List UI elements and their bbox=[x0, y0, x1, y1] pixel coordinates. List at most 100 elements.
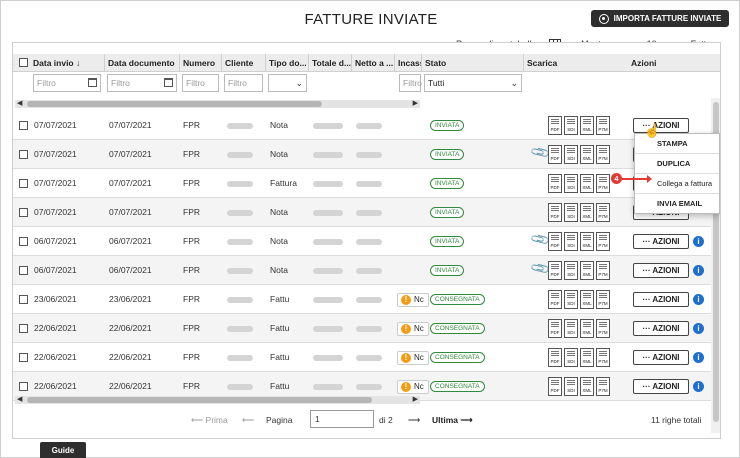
info-icon[interactable]: i bbox=[693, 381, 704, 392]
attachment-clip-icon[interactable]: 📎 bbox=[529, 258, 551, 280]
download-pdf-icon[interactable]: PDF bbox=[548, 377, 562, 396]
azioni-button[interactable]: ··· AZIONI bbox=[633, 379, 689, 394]
download-xml-icon[interactable]: XML bbox=[580, 377, 594, 396]
row-checkbox[interactable] bbox=[19, 237, 28, 246]
download-xml-icon[interactable]: XML bbox=[580, 174, 594, 193]
last-page-link[interactable]: Ultima ⟶ bbox=[432, 415, 473, 426]
incasso-warning[interactable]: ! Nc bbox=[397, 293, 429, 307]
filter-data-invio[interactable]: Filtro bbox=[33, 74, 101, 92]
download-sdi-icon[interactable]: SDI bbox=[564, 377, 578, 396]
calendar-icon[interactable] bbox=[164, 78, 173, 87]
download-pdf-icon[interactable]: PDF bbox=[548, 116, 562, 135]
attachment-clip-icon[interactable]: 📎 bbox=[529, 142, 551, 164]
scroll-left-icon[interactable]: ◀ bbox=[17, 395, 22, 403]
col-netto[interactable]: Netto a ... bbox=[352, 54, 395, 72]
download-p7m-icon[interactable]: P7M bbox=[596, 232, 610, 251]
download-sdi-icon[interactable]: SDI bbox=[564, 232, 578, 251]
filter-cliente[interactable]: Filtro bbox=[224, 74, 263, 92]
info-icon[interactable]: i bbox=[693, 323, 704, 334]
download-p7m-icon[interactable]: P7M bbox=[596, 348, 610, 367]
table-row[interactable]: 23/06/2021 23/06/2021 FPR Fattu! Nc CONSEGNAT… bbox=[13, 285, 711, 314]
guide-tab[interactable]: Guide bbox=[40, 442, 86, 458]
azioni-button[interactable]: ··· AZIONI bbox=[633, 292, 689, 307]
download-pdf-icon[interactable]: PDF bbox=[548, 232, 562, 251]
download-xml-icon[interactable]: XML bbox=[580, 145, 594, 164]
download-pdf-icon[interactable]: PDF bbox=[548, 290, 562, 309]
download-xml-icon[interactable]: XML bbox=[580, 290, 594, 309]
first-page-link[interactable]: ⟵ Prima bbox=[191, 415, 228, 426]
table-row[interactable]: 07/07/2021 07/07/2021 FPR Fattura INVIATA PDF… bbox=[13, 169, 711, 198]
scrollbar-thumb[interactable] bbox=[27, 101, 322, 107]
download-sdi-icon[interactable]: SDI bbox=[564, 145, 578, 164]
filter-data-documento[interactable]: Filtro bbox=[107, 74, 177, 92]
row-checkbox[interactable] bbox=[19, 179, 28, 188]
download-xml-icon[interactable]: XML bbox=[580, 348, 594, 367]
import-invoices-button[interactable]: IMPORTA FATTURE INVIATE bbox=[591, 10, 729, 27]
info-icon[interactable]: i bbox=[693, 265, 704, 276]
select-all-checkbox[interactable] bbox=[19, 58, 28, 67]
download-pdf-icon[interactable]: PDF bbox=[548, 174, 562, 193]
download-xml-icon[interactable]: XML bbox=[580, 319, 594, 338]
info-icon[interactable]: i bbox=[693, 294, 704, 305]
col-incassi[interactable]: Incass bbox=[395, 54, 422, 72]
incasso-warning[interactable]: ! Nc bbox=[397, 351, 429, 365]
scroll-right-icon[interactable]: ▶ bbox=[413, 99, 418, 107]
filter-stato-select[interactable]: Tutti ⌄ bbox=[424, 74, 522, 92]
info-icon[interactable]: i bbox=[693, 352, 704, 363]
download-p7m-icon[interactable]: P7M bbox=[596, 145, 610, 164]
prev-page-link[interactable]: ⟵ bbox=[242, 415, 254, 426]
col-data-documento[interactable]: Data documento bbox=[105, 54, 180, 72]
table-row[interactable]: 06/07/2021 06/07/2021 FPR Nota INVIATA 📎 PDF SD… bbox=[13, 256, 711, 285]
row-checkbox[interactable] bbox=[19, 150, 28, 159]
azioni-button[interactable]: ··· AZIONI bbox=[633, 263, 689, 278]
table-row[interactable]: 06/07/2021 06/07/2021 FPR Nota INVIATA 📎 PDF SD… bbox=[13, 227, 711, 256]
download-sdi-icon[interactable]: SDI bbox=[564, 203, 578, 222]
info-icon[interactable]: i bbox=[693, 236, 704, 247]
row-checkbox[interactable] bbox=[19, 266, 28, 275]
download-xml-icon[interactable]: XML bbox=[580, 232, 594, 251]
col-data-invio[interactable]: Data invio ↓ bbox=[30, 54, 105, 72]
table-row[interactable]: 07/07/2021 07/07/2021 FPR Nota INVIATA 📎 PDF SD… bbox=[13, 140, 711, 169]
filter-incassi[interactable]: Filtro bbox=[399, 74, 422, 92]
download-sdi-icon[interactable]: SDI bbox=[564, 116, 578, 135]
download-p7m-icon[interactable]: P7M bbox=[596, 290, 610, 309]
header-horizontal-scrollbar[interactable]: ◀ ▶ bbox=[15, 100, 420, 108]
col-stato[interactable]: Stato bbox=[422, 54, 524, 72]
download-pdf-icon[interactable]: PDF bbox=[548, 203, 562, 222]
col-totale[interactable]: Totale d... bbox=[309, 54, 352, 72]
col-tipo[interactable]: Tipo do... bbox=[266, 54, 309, 72]
col-cliente[interactable]: Cliente bbox=[222, 54, 266, 72]
table-row[interactable]: 22/06/2021 22/06/2021 FPR Fattu! Nc CONSEGNAT… bbox=[13, 343, 711, 372]
row-checkbox[interactable] bbox=[19, 208, 28, 217]
row-checkbox[interactable] bbox=[19, 353, 28, 362]
calendar-icon[interactable] bbox=[88, 78, 97, 87]
download-pdf-icon[interactable]: PDF bbox=[548, 348, 562, 367]
download-pdf-icon[interactable]: PDF bbox=[548, 145, 562, 164]
download-sdi-icon[interactable]: SDI bbox=[564, 290, 578, 309]
table-row[interactable]: 07/07/2021 07/07/2021 FPR Nota INVIATA PDF SDI… bbox=[13, 198, 711, 227]
row-checkbox[interactable] bbox=[19, 121, 28, 130]
scrollbar-thumb[interactable] bbox=[27, 397, 372, 403]
row-checkbox[interactable] bbox=[19, 324, 28, 333]
menu-item-duplica[interactable]: DUPLICA bbox=[635, 154, 719, 174]
download-sdi-icon[interactable]: SDI bbox=[564, 261, 578, 280]
download-sdi-icon[interactable]: SDI bbox=[564, 319, 578, 338]
incasso-warning[interactable]: ! Nc bbox=[397, 380, 429, 394]
azioni-button[interactable]: ··· AZIONI bbox=[633, 321, 689, 336]
download-xml-icon[interactable]: XML bbox=[580, 116, 594, 135]
scroll-left-icon[interactable]: ◀ bbox=[17, 99, 22, 107]
table-row[interactable]: 22/06/2021 22/06/2021 FPR Fattu! Nc CONSEGNAT… bbox=[13, 314, 711, 343]
body-horizontal-scrollbar[interactable]: ◀ ▶ bbox=[15, 396, 420, 404]
azioni-button[interactable]: ··· AZIONI bbox=[633, 118, 689, 133]
download-sdi-icon[interactable]: SDI bbox=[564, 348, 578, 367]
download-p7m-icon[interactable]: P7M bbox=[596, 261, 610, 280]
download-p7m-icon[interactable]: P7M bbox=[596, 377, 610, 396]
download-xml-icon[interactable]: XML bbox=[580, 203, 594, 222]
download-sdi-icon[interactable]: SDI bbox=[564, 174, 578, 193]
download-pdf-icon[interactable]: PDF bbox=[548, 319, 562, 338]
download-p7m-icon[interactable]: P7M bbox=[596, 116, 610, 135]
page-number-input[interactable]: 1 bbox=[310, 410, 374, 428]
row-checkbox[interactable] bbox=[19, 382, 28, 391]
table-row[interactable]: 07/07/2021 07/07/2021 FPR Nota INVIATA PDF SDI… bbox=[13, 111, 711, 140]
scroll-right-icon[interactable]: ▶ bbox=[413, 395, 418, 403]
